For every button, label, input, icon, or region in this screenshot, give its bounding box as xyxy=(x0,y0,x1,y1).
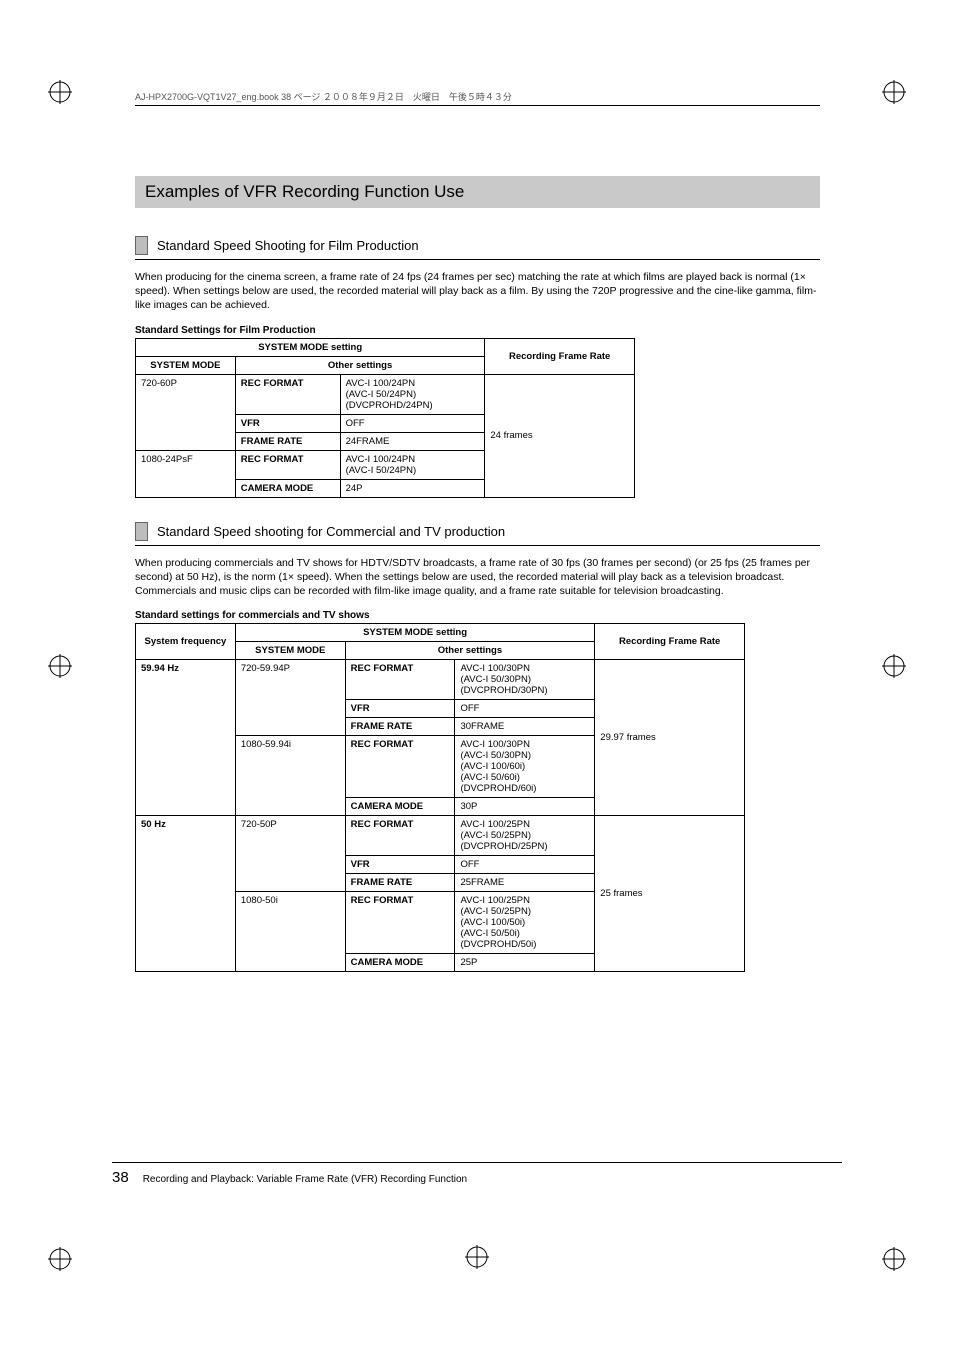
page-number: 38 xyxy=(112,1169,129,1186)
td-sysmode: 1080-24PsF xyxy=(136,450,236,497)
heading-accent-icon xyxy=(135,236,148,255)
td-label: REC FORMAT xyxy=(345,660,455,700)
breadcrumb: Recording and Playback: Variable Frame R… xyxy=(143,1174,467,1185)
td-value: 24P xyxy=(340,479,485,497)
td-label: VFR xyxy=(235,414,340,432)
th-sysmode: SYSTEM MODE xyxy=(136,356,236,374)
td-value: 25FRAME xyxy=(455,874,595,892)
td-rec-rate: 29.97 frames xyxy=(595,660,745,816)
section-heading-film: Standard Speed Shooting for Film Product… xyxy=(135,236,820,255)
td-label: CAMERA MODE xyxy=(345,798,455,816)
td-value: OFF xyxy=(455,700,595,718)
td-label: REC FORMAT xyxy=(345,892,455,954)
td-value: AVC-I 100/24PN(AVC-I 50/24PN)(DVCPROHD/2… xyxy=(340,374,485,414)
td-label: REC FORMAT xyxy=(345,816,455,856)
td-label: REC FORMAT xyxy=(235,450,340,479)
document-header-line: AJ-HPX2700G-VQT1V27_eng.book 38 ページ ２００８… xyxy=(135,90,820,106)
td-freq: 59.94 Hz xyxy=(136,660,236,816)
table-caption: Standard settings for commercials and TV… xyxy=(135,610,820,621)
page-footer: 38 Recording and Playback: Variable Fram… xyxy=(112,1162,842,1186)
table-row: 50 Hz 720-50P REC FORMAT AVC-I 100/25PN(… xyxy=(136,816,745,856)
td-value: AVC-I 100/30PN(AVC-I 50/30PN)(AVC-I 100/… xyxy=(455,736,595,798)
td-label: REC FORMAT xyxy=(235,374,340,414)
body-paragraph: When producing commercials and TV shows … xyxy=(135,556,820,599)
td-label: CAMERA MODE xyxy=(235,479,340,497)
td-sysmode: 720-50P xyxy=(235,816,345,892)
td-label: FRAME RATE xyxy=(235,432,340,450)
table-film-settings: SYSTEM MODE setting Recording Frame Rate… xyxy=(135,338,635,498)
td-label: CAMERA MODE xyxy=(345,954,455,972)
td-value: OFF xyxy=(455,856,595,874)
td-label: REC FORMAT xyxy=(345,736,455,798)
th-sysfreq: System frequency xyxy=(136,624,236,660)
td-sysmode: 1080-59.94i xyxy=(235,736,345,816)
divider xyxy=(135,259,820,260)
registration-mark-icon xyxy=(465,1245,489,1269)
section-heading-text: Standard Speed Shooting for Film Product… xyxy=(157,238,419,253)
td-label: VFR xyxy=(345,700,455,718)
registration-mark-icon xyxy=(48,654,72,678)
td-sysmode: 720-59.94P xyxy=(235,660,345,736)
td-value: 30P xyxy=(455,798,595,816)
td-value: 30FRAME xyxy=(455,718,595,736)
registration-mark-icon xyxy=(882,654,906,678)
td-label: FRAME RATE xyxy=(345,718,455,736)
td-value: OFF xyxy=(340,414,485,432)
heading-accent-icon xyxy=(135,522,148,541)
divider xyxy=(135,545,820,546)
table-row: 59.94 Hz 720-59.94P REC FORMAT AVC-I 100… xyxy=(136,660,745,700)
page-title: Examples of VFR Recording Function Use xyxy=(135,176,820,208)
th-sysmode: SYSTEM MODE xyxy=(235,642,345,660)
section-heading-tv: Standard Speed shooting for Commercial a… xyxy=(135,522,820,541)
table-tv-settings: System frequency SYSTEM MODE setting Rec… xyxy=(135,623,745,972)
body-paragraph: When producing for the cinema screen, a … xyxy=(135,270,820,313)
td-value: 25P xyxy=(455,954,595,972)
registration-mark-icon xyxy=(48,1247,72,1271)
table-row: 720-60P REC FORMAT AVC-I 100/24PN(AVC-I … xyxy=(136,374,635,414)
th-rec-frame-rate: Recording Frame Rate xyxy=(485,338,635,374)
content-area: AJ-HPX2700G-VQT1V27_eng.book 38 ページ ２００８… xyxy=(135,90,820,996)
section-heading-text: Standard Speed shooting for Commercial a… xyxy=(157,524,505,539)
page: AJ-HPX2700G-VQT1V27_eng.book 38 ページ ２００８… xyxy=(0,0,954,1351)
td-value: AVC-I 100/24PN(AVC-I 50/24PN) xyxy=(340,450,485,479)
th-sysmode-setting: SYSTEM MODE setting xyxy=(136,338,485,356)
td-value: 24FRAME xyxy=(340,432,485,450)
th-rec-frame-rate: Recording Frame Rate xyxy=(595,624,745,660)
th-other: Other settings xyxy=(235,356,485,374)
td-value: AVC-I 100/25PN(AVC-I 50/25PN)(AVC-I 100/… xyxy=(455,892,595,954)
td-label: VFR xyxy=(345,856,455,874)
th-sysmode-setting: SYSTEM MODE setting xyxy=(235,624,594,642)
td-value: AVC-I 100/30PN(AVC-I 50/30PN)(DVCPROHD/3… xyxy=(455,660,595,700)
th-other: Other settings xyxy=(345,642,595,660)
registration-mark-icon xyxy=(48,80,72,104)
td-label: FRAME RATE xyxy=(345,874,455,892)
td-value: AVC-I 100/25PN(AVC-I 50/25PN)(DVCPROHD/2… xyxy=(455,816,595,856)
registration-mark-icon xyxy=(882,80,906,104)
table-caption: Standard Settings for Film Production xyxy=(135,325,820,336)
td-sysmode: 1080-50i xyxy=(235,892,345,972)
td-rec-rate: 24 frames xyxy=(485,374,635,497)
table-row: SYSTEM MODE setting Recording Frame Rate xyxy=(136,338,635,356)
td-rec-rate: 25 frames xyxy=(595,816,745,972)
registration-mark-icon xyxy=(882,1247,906,1271)
td-sysmode: 720-60P xyxy=(136,374,236,450)
td-freq: 50 Hz xyxy=(136,816,236,972)
table-row: System frequency SYSTEM MODE setting Rec… xyxy=(136,624,745,642)
